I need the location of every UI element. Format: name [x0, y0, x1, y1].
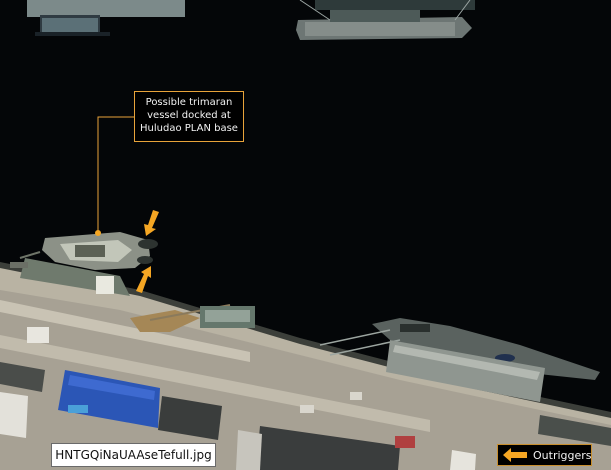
- legend-label: Outriggers: [533, 448, 592, 462]
- image-filename-label: HNTGQiNaUAAseTefull.jpg: [51, 443, 216, 467]
- annotation-callout: Possible trimaran vessel docked at Hulud…: [134, 91, 244, 142]
- top-docked-ship: [296, 0, 475, 40]
- harbor-scene: [0, 0, 611, 470]
- left-arrow-icon: [503, 448, 527, 462]
- legend-box: Outriggers: [497, 444, 592, 466]
- satellite-image: Possible trimaran vessel docked at Hulud…: [0, 0, 611, 470]
